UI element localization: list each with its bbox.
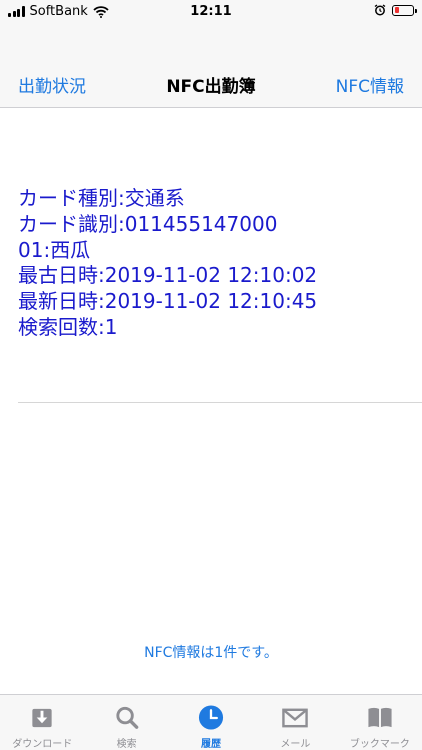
tab-bar: ダウンロード 検索 履歴 メール ブックマーク xyxy=(0,694,422,750)
oldest-datetime-line: 最古日時:2019-11-02 12:10:02 xyxy=(18,263,318,288)
tab-mail[interactable]: メール xyxy=(253,695,337,750)
bookmark-icon xyxy=(368,707,392,728)
row-divider xyxy=(18,402,422,403)
nfc-record-detail[interactable]: カード種別:交通系 カード識別:011455147000 01:西瓜 最古日時:… xyxy=(18,186,418,341)
alarm-icon xyxy=(374,4,386,16)
status-time: 12:11 xyxy=(190,4,232,19)
search-count-line: 検索回数:1 xyxy=(18,314,118,339)
search-icon xyxy=(116,706,138,729)
battery-icon xyxy=(392,4,417,16)
tab-search-label: 検索 xyxy=(116,739,137,750)
tab-bookmark[interactable]: ブックマーク xyxy=(338,695,422,750)
tab-history-label: 履歴 xyxy=(201,739,222,750)
tab-search[interactable]: 検索 xyxy=(84,695,168,750)
card-type-line: カード種別:交通系 xyxy=(18,186,185,210)
tab-download-label: ダウンロード xyxy=(12,739,73,750)
tab-bookmark-label: ブックマーク xyxy=(349,739,410,750)
tab-download[interactable]: ダウンロード xyxy=(0,695,84,750)
history-icon xyxy=(198,705,224,730)
newest-datetime-line: 最新日時:2019-11-02 12:10:45 xyxy=(18,289,318,314)
mail-icon xyxy=(282,708,309,728)
tab-history[interactable]: 履歴 xyxy=(169,695,253,750)
tab-mail-label: メール xyxy=(280,739,311,750)
navigation-bar: 出勤状況 NFC出勤簿 NFC情報 xyxy=(0,24,422,108)
status-right xyxy=(374,4,417,16)
member-line: 01:西瓜 xyxy=(18,237,91,262)
download-icon xyxy=(32,708,52,728)
status-bar: SoftBank 12:11 xyxy=(0,0,422,24)
card-id-line: カード識別:011455147000 xyxy=(18,211,278,236)
nfc-info-button[interactable]: NFC情報 xyxy=(336,72,404,97)
record-count-message: NFC情報は1件です。 xyxy=(144,645,278,661)
